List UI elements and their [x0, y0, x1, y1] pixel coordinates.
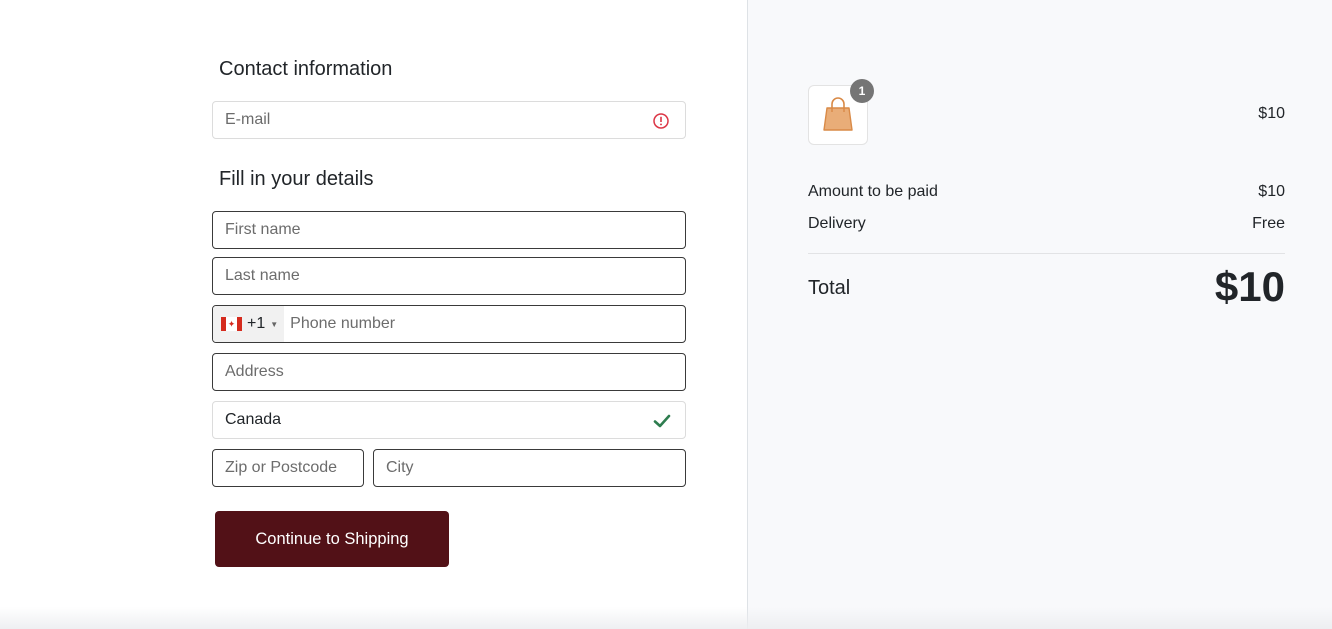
- details-heading: Fill in your details: [219, 168, 374, 190]
- country-value: Canada: [225, 411, 282, 428]
- contact-heading: Contact information: [219, 58, 393, 80]
- amount-row: Amount to be paid $10: [808, 183, 1285, 201]
- zip-field[interactable]: [212, 449, 364, 487]
- caret-down-icon: ▼: [270, 319, 279, 329]
- email-field[interactable]: [212, 101, 686, 139]
- email-input[interactable]: [213, 102, 685, 138]
- amount-label: Amount to be paid: [808, 183, 938, 200]
- canada-flag-icon: ✦: [221, 317, 242, 331]
- last-name-field[interactable]: [212, 257, 686, 295]
- checkout-form-panel: Contact information Fill in your details…: [0, 0, 747, 629]
- address-field[interactable]: [212, 353, 686, 391]
- total-value: $10: [1214, 263, 1285, 310]
- alert-circle-icon: [653, 113, 669, 129]
- city-input[interactable]: [374, 450, 685, 486]
- checkmark-icon: [653, 414, 671, 428]
- address-input[interactable]: [213, 354, 685, 390]
- zip-input[interactable]: [213, 450, 363, 486]
- country-code-selector[interactable]: ✦ +1 ▼: [213, 306, 285, 342]
- amount-value: $10: [1258, 183, 1285, 200]
- phone-field[interactable]: ✦ +1 ▼: [212, 305, 686, 343]
- summary-divider: [808, 253, 1285, 254]
- total-label: Total: [808, 277, 851, 299]
- first-name-field[interactable]: [212, 211, 686, 249]
- delivery-label: Delivery: [808, 215, 866, 232]
- phone-input[interactable]: [284, 306, 685, 342]
- country-code: +1: [247, 315, 266, 332]
- city-field[interactable]: [373, 449, 686, 487]
- country-field[interactable]: Canada: [212, 401, 686, 439]
- shopping-bag-icon: [823, 97, 853, 131]
- first-name-input[interactable]: [213, 212, 685, 248]
- delivery-row: Delivery Free: [808, 215, 1285, 233]
- delivery-value: Free: [1252, 215, 1285, 232]
- item-price: $10: [1258, 105, 1285, 122]
- last-name-input[interactable]: [213, 258, 685, 294]
- cart-count-badge: 1: [850, 79, 874, 103]
- continue-to-shipping-button[interactable]: Continue to Shipping: [215, 511, 449, 567]
